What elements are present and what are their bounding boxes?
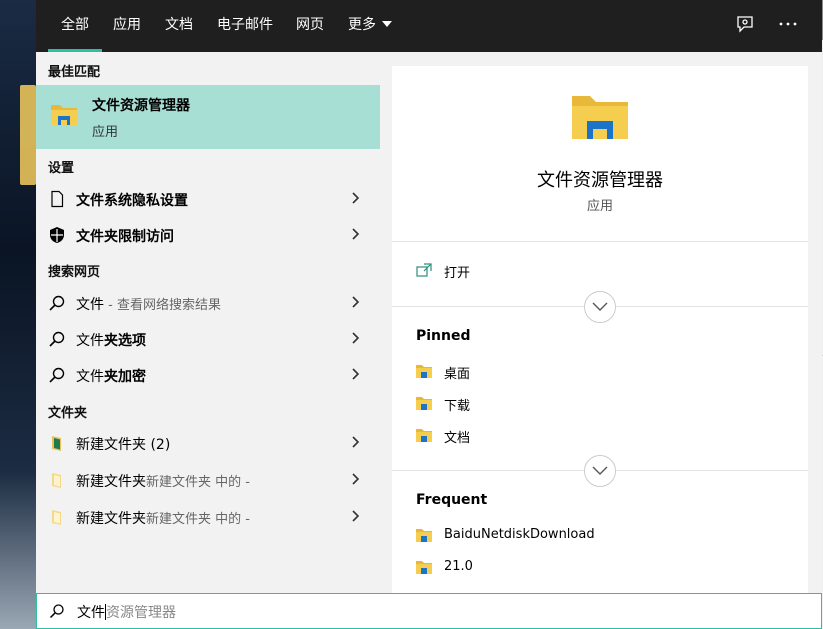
detail-subtitle: 应用 [586, 199, 613, 214]
chevron-right-icon [352, 332, 360, 344]
match-text: 新建文件夹 [76, 474, 146, 490]
ellipsis-icon[interactable] [778, 14, 802, 38]
web-search-heading: 搜索网页 [48, 265, 101, 280]
best-match-heading: 最佳匹配 [48, 65, 101, 80]
item-text: 夹加密 [104, 369, 146, 385]
folder-result-2[interactable]: 新建文件夹新建文件夹 中的 - [36, 462, 380, 498]
item-text: 系统隐私设置 [104, 193, 188, 209]
match-text: 文件 [76, 229, 104, 245]
watermark-url: jingyan.baidu.com [636, 594, 738, 607]
start-search-panel: 全部 应用 文档 电子邮件 网页 更多 最佳匹配 文件资源管理器 应用 设置 文… [36, 0, 822, 629]
folder-result-3[interactable]: 新建文件夹新建文件夹 中的 - [36, 499, 380, 535]
tab-apps[interactable]: 应用 [113, 0, 141, 52]
folder-result-1[interactable]: 新建文件夹 (2) [36, 425, 380, 461]
web-result-1[interactable]: 文件 - 查看网络搜索结果 [36, 285, 380, 321]
divider [392, 241, 808, 242]
match-text: 文件 [76, 333, 104, 349]
frequent-heading: Frequent [416, 492, 488, 508]
results-list: 最佳匹配 文件资源管理器 应用 设置 文件系统隐私设置 文件夹限制访问 搜索网页… [36, 52, 380, 593]
settings-item-controlled-access[interactable]: 文件夹限制访问 [36, 217, 380, 253]
match-text: 文件 [76, 369, 104, 385]
best-match-subtitle: 应用 [92, 125, 119, 140]
pinned-heading: Pinned [416, 328, 471, 344]
file-explorer-icon [572, 96, 628, 139]
item-text: 新建文件夹 中的 - [146, 475, 250, 490]
watermark-logo: Bai du 经验 [632, 545, 807, 578]
folder-icon [52, 473, 61, 488]
folder-icon [416, 561, 432, 574]
chevron-right-icon [352, 368, 360, 380]
item-text: 新建文件夹 (2) [76, 437, 171, 453]
search-tab-bar: 全部 应用 文档 电子邮件 网页 更多 [36, 0, 822, 52]
best-match-title: 文件资源管理器 [92, 98, 190, 114]
folder-icon [416, 429, 432, 442]
detail-title: 文件资源管理器 [537, 170, 663, 191]
desktop-folder-icon [20, 85, 36, 185]
search-suggestion: 资源管理器 [106, 605, 176, 621]
pinned-item-label: 文档 [444, 431, 471, 446]
folder-green-icon [52, 436, 61, 451]
folders-heading: 文件夹 [48, 406, 88, 421]
settings-heading: 设置 [48, 161, 75, 176]
feedback-icon[interactable] [735, 14, 759, 38]
tab-more[interactable]: 更多 [348, 0, 392, 52]
search-icon [49, 295, 65, 311]
chevron-right-icon [352, 296, 360, 308]
tab-more-label: 更多 [348, 17, 376, 33]
expand-button[interactable] [584, 291, 616, 323]
search-icon [49, 367, 65, 383]
match-text: 新建文件夹 [76, 511, 146, 527]
best-match-item[interactable]: 文件资源管理器 应用 [36, 85, 380, 149]
chevron-down-icon [592, 302, 608, 311]
shield-icon [50, 227, 64, 243]
chevron-right-icon [352, 473, 360, 485]
folder-icon [52, 510, 61, 525]
folder-icon [416, 397, 432, 410]
frequent-item-label: BaiduNetdiskDownload [444, 527, 595, 542]
chevron-down-icon [382, 21, 392, 27]
open-icon [416, 263, 432, 277]
search-icon [49, 331, 65, 347]
match-text: 文件 [76, 193, 104, 209]
web-result-3[interactable]: 文件夹加密 [36, 357, 380, 393]
chevron-right-icon [352, 192, 360, 204]
search-typed-text: 文件 [77, 605, 105, 621]
match-text: 文件 [76, 297, 104, 313]
pinned-item-label: 桌面 [444, 367, 471, 382]
tab-email[interactable]: 电子邮件 [217, 0, 273, 52]
folder-icon [416, 365, 432, 378]
chevron-right-icon [352, 510, 360, 522]
tab-web[interactable]: 网页 [296, 0, 324, 52]
folder-icon [416, 529, 432, 542]
open-label: 打开 [444, 266, 471, 281]
document-icon [51, 190, 64, 208]
tab-documents[interactable]: 文档 [165, 0, 193, 52]
chevron-right-icon [352, 436, 360, 448]
search-icon [49, 604, 64, 619]
item-text: - 查看网络搜索结果 [104, 298, 221, 313]
chevron-right-icon [352, 228, 360, 240]
item-text: 夹选项 [104, 333, 146, 349]
file-explorer-icon [51, 105, 77, 125]
web-result-2[interactable]: 文件夹选项 [36, 321, 380, 357]
expand-button[interactable] [584, 455, 616, 487]
item-text: 夹限制访问 [104, 229, 174, 245]
chevron-down-icon [592, 466, 608, 475]
tab-all[interactable]: 全部 [48, 0, 102, 52]
frequent-item-label: 21.0 [444, 559, 473, 574]
settings-item-privacy[interactable]: 文件系统隐私设置 [36, 181, 380, 217]
item-text: 新建文件夹 中的 - [146, 512, 250, 527]
pinned-item-label: 下载 [444, 399, 471, 414]
